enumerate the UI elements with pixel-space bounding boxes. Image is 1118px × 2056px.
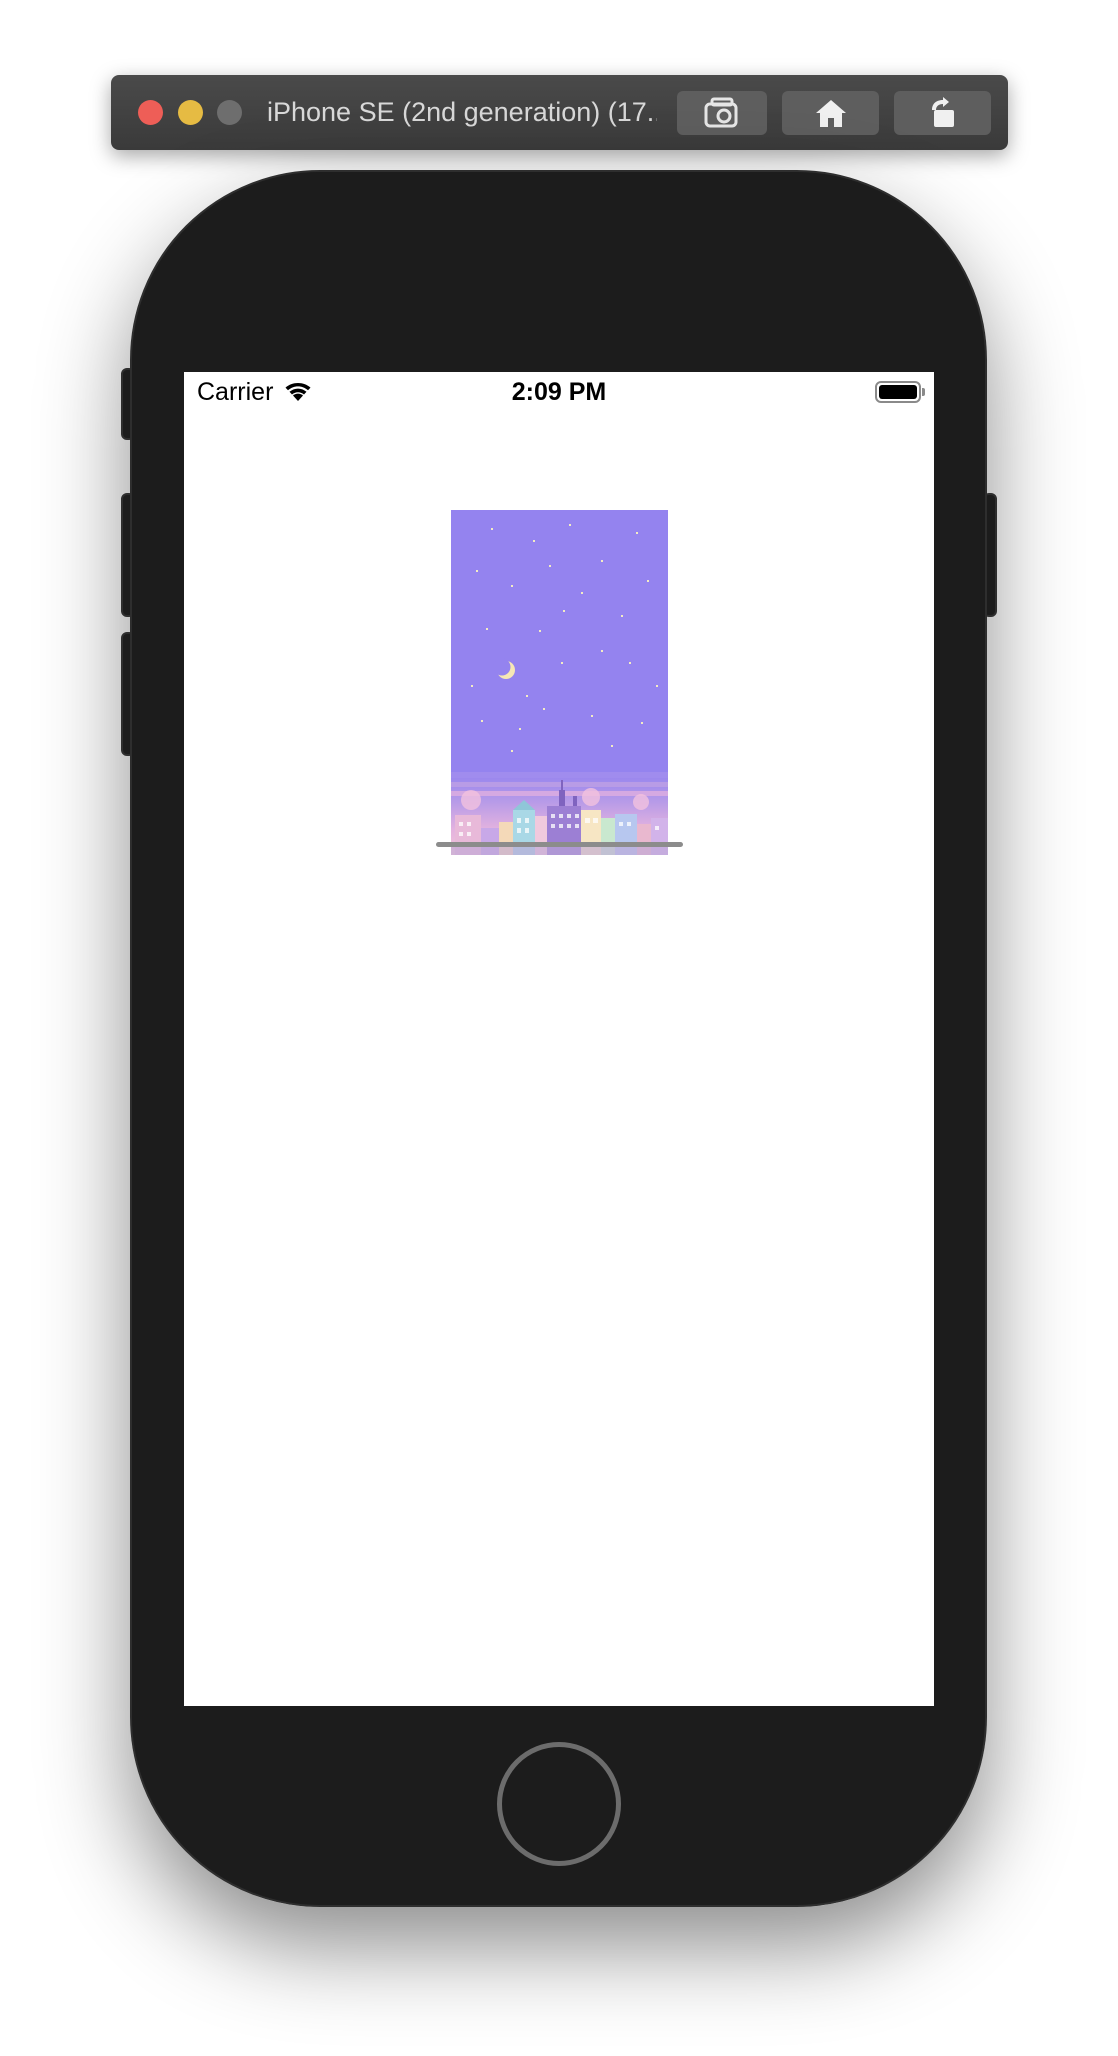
rotate-icon <box>931 97 954 127</box>
battery-icon <box>875 381 925 403</box>
simulator-titlebar: iPhone SE (2nd generation) (17... <box>111 75 1008 150</box>
device-screen[interactable]: Carrier 2:09 PM <box>184 372 934 1706</box>
status-time: 2:09 PM <box>511 378 607 406</box>
device-home-button[interactable] <box>497 1742 621 1866</box>
zoom-window-button[interactable] <box>217 100 242 125</box>
close-window-button[interactable] <box>138 100 163 125</box>
home-button-toolbar[interactable] <box>782 91 879 135</box>
night-city-wallpaper <box>451 510 668 855</box>
home-icon <box>815 100 846 127</box>
minimize-window-button[interactable] <box>178 100 203 125</box>
drag-indicator[interactable] <box>436 842 683 847</box>
camera-icon <box>704 97 738 128</box>
rotate-button[interactable] <box>894 91 991 135</box>
battery-level <box>879 385 917 399</box>
screenshot-button[interactable] <box>677 91 767 135</box>
status-bar: Carrier 2:09 PM <box>184 372 934 412</box>
window-title: iPhone SE (2nd generation) (17... <box>267 97 657 127</box>
